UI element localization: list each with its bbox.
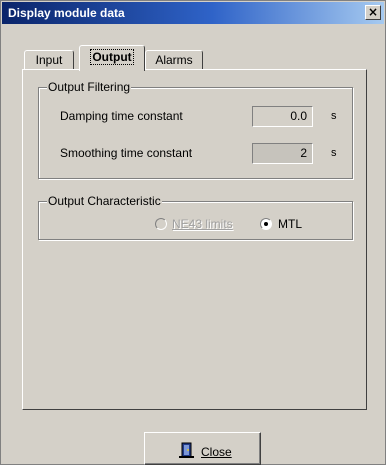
damping-field[interactable]: 0.0 [252, 106, 313, 127]
close-button-label: Close [201, 445, 232, 459]
close-icon: × [367, 5, 379, 19]
display-module-dialog: Display module data × Input Output Alarm… [0, 0, 386, 465]
tab-alarms[interactable]: Alarms [145, 50, 203, 71]
ne43-limits-label: NE43 limits [172, 217, 233, 231]
radio-mtl[interactable] [260, 218, 272, 230]
radio-ne43-limits[interactable] [155, 218, 167, 230]
tab-alarms-label: Alarms [155, 53, 193, 67]
output-filtering-legend: Output Filtering [47, 80, 132, 94]
damping-label: Damping time constant [60, 109, 183, 123]
output-filtering-group: Output Filtering Damping time constant 0… [38, 80, 353, 179]
output-tab-panel: Output Filtering Damping time constant 0… [22, 69, 367, 410]
tab-output-label: Output [90, 49, 134, 65]
damping-unit: s [331, 110, 337, 122]
radio-selected-dot [264, 222, 268, 226]
window-title: Display module data [8, 6, 125, 20]
smoothing-field[interactable]: 2 [252, 143, 313, 164]
tab-input-label: Input [35, 53, 63, 67]
tab-input[interactable]: Input [24, 50, 74, 71]
close-button[interactable]: Close [144, 432, 261, 465]
title-bar[interactable]: Display module data × [2, 2, 384, 24]
tab-output[interactable]: Output [79, 45, 145, 71]
mtl-label: MTL [278, 217, 302, 231]
smoothing-unit: s [331, 147, 337, 159]
close-window-button[interactable]: × [365, 5, 381, 20]
smoothing-label: Smoothing time constant [60, 146, 193, 160]
output-characteristic-group: Output Characteristic NE43 limits MTL [38, 194, 353, 240]
output-characteristic-legend: Output Characteristic [47, 194, 162, 208]
door-exit-icon [179, 442, 194, 458]
